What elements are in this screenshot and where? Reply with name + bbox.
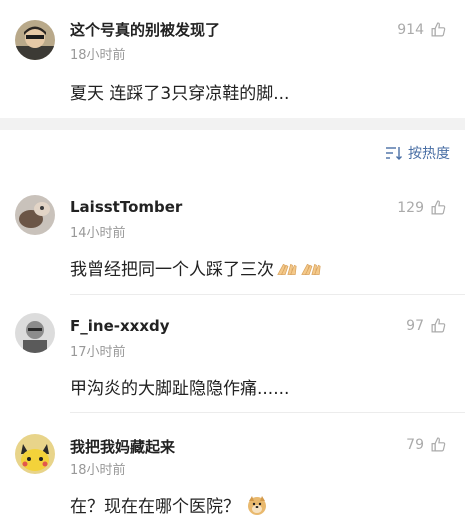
timestamp: 18小时前: [70, 463, 126, 478]
comment-text-body: 在？现在在哪个医院？: [70, 497, 240, 517]
like-button[interactable]: 129: [397, 199, 447, 216]
like-count: 79: [406, 436, 424, 453]
avatar[interactable]: [15, 20, 55, 60]
like-count: 129: [397, 199, 424, 216]
avatar[interactable]: [15, 195, 55, 235]
divider: [70, 294, 465, 295]
username[interactable]: F_ine-xxxdy: [70, 317, 170, 335]
sort-label: 按热度: [408, 146, 450, 162]
timestamp: 17小时前: [70, 345, 126, 360]
like-count: 914: [397, 21, 424, 38]
comment-text: 我曾经把同一个人踩了三次: [70, 255, 322, 280]
username[interactable]: 这个号真的别被发现了: [70, 19, 220, 40]
thumbs-up-icon: [431, 318, 446, 333]
timestamp: 14小时前: [70, 226, 126, 241]
username[interactable]: 我把我妈藏起来: [70, 436, 175, 457]
thumbs-up-icon: [431, 437, 446, 452]
like-button[interactable]: 914: [397, 21, 447, 38]
comment-text: 夏天 连踩了3只穿凉鞋的脚...: [70, 84, 290, 104]
like-count: 97: [406, 317, 424, 334]
comment-text: 在？现在在哪个医院？: [70, 492, 268, 517]
section-separator: [0, 118, 465, 130]
thumbs-up-icon: [431, 200, 446, 215]
divider: [70, 412, 465, 413]
username[interactable]: LaisstTomber: [70, 198, 182, 216]
clap-hands-icon: [301, 263, 321, 275]
timestamp: 18小时前: [70, 48, 126, 63]
avatar[interactable]: [15, 434, 55, 474]
avatar[interactable]: [15, 313, 55, 353]
comment-text-body: 我曾经把同一个人踩了三次: [70, 260, 274, 280]
doge-icon: [248, 496, 266, 515]
clap-hands-icon: [277, 263, 297, 275]
comment-text: 甲沟炎的大脚趾隐隐作痛......: [70, 379, 290, 399]
sort-button[interactable]: 按热度: [385, 143, 450, 163]
comment-item: 这个号真的别被发现了 18小时前 914 夏天 连踩了3只穿凉鞋的脚...: [0, 0, 465, 118]
thumbs-up-icon: [431, 22, 446, 37]
like-button[interactable]: 97: [406, 317, 447, 334]
like-button[interactable]: 79: [406, 436, 447, 453]
sort-icon: [386, 147, 402, 160]
